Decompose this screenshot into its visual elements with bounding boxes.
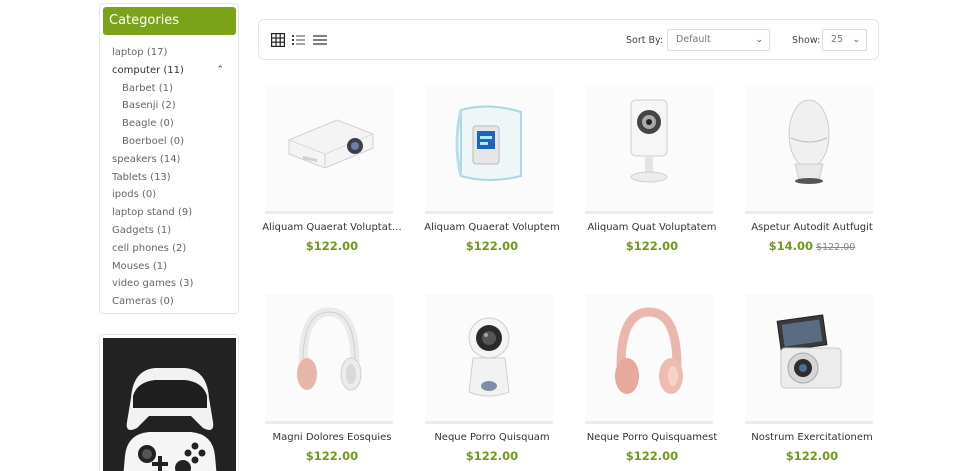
compact-list-icon[interactable] — [313, 33, 327, 47]
product-name[interactable]: Nostrum Exercitationem — [732, 432, 892, 443]
headphones-white-image[interactable] — [265, 294, 393, 422]
product-name[interactable]: Aliquam Quaerat Voluptat… — [252, 222, 412, 233]
subcategory-item[interactable]: Barbet (1) — [100, 80, 238, 98]
product-name[interactable]: Neque Porro Quisquamest — [572, 432, 732, 443]
list-view-icon[interactable] — [292, 33, 306, 47]
image-divider — [265, 211, 393, 214]
sort-label: Sort By: — [626, 35, 664, 46]
projector-image[interactable] — [265, 84, 393, 212]
subcategory-item[interactable]: Boerboel (0) — [100, 133, 238, 151]
360-camera-image[interactable] — [425, 294, 553, 422]
image-divider — [585, 421, 713, 424]
headphones-pink-image[interactable] — [585, 294, 713, 422]
product-price: $122.00 — [305, 449, 359, 463]
category-item[interactable]: speakers (14) — [100, 151, 238, 169]
grid-view-icon[interactable] — [271, 33, 285, 47]
subcategory-item[interactable]: Basenji (2) — [100, 97, 238, 115]
chevron-down-icon: ⌄ — [755, 35, 763, 45]
image-divider — [425, 211, 553, 214]
category-item[interactable]: Tablets (13) — [100, 169, 238, 187]
category-item[interactable]: laptop (17) — [100, 44, 238, 62]
smart-speaker-image[interactable] — [745, 84, 873, 212]
category-item[interactable]: video games (3) — [100, 275, 238, 293]
category-item[interactable]: Gadgets (1) — [100, 222, 238, 240]
product-price: $122.00 — [625, 239, 679, 253]
product-toolbar: Sort By: Default ⌄ Show: 25 ⌄ — [258, 19, 879, 60]
product-price: $122.00 — [465, 239, 519, 253]
webcam-image[interactable] — [585, 84, 713, 212]
compact-camera-image[interactable] — [745, 294, 873, 422]
product-name[interactable]: Aliquam Quat Voluptatem — [572, 222, 732, 233]
product-price: $122.00 — [625, 449, 679, 463]
image-divider — [585, 211, 713, 214]
product-price: $122.00 — [305, 239, 359, 253]
product-price: $14.00 $122.00 — [768, 239, 856, 253]
category-item[interactable]: cell phones (2) — [100, 240, 238, 258]
product-price: $122.00 — [465, 449, 519, 463]
chevron-up-icon[interactable]: ⌃ — [216, 62, 224, 80]
categories-title: Categories — [103, 7, 236, 35]
old-price: $122.00 — [816, 242, 856, 253]
blood-pressure-monitor-image[interactable] — [425, 84, 553, 212]
show-label: Show: — [792, 35, 821, 46]
image-divider — [425, 421, 553, 424]
show-select[interactable]: 25 ⌄ — [822, 29, 867, 51]
category-item[interactable]: laptop stand (9) — [100, 204, 238, 222]
image-divider — [745, 211, 873, 214]
product-price: $122.00 — [785, 449, 839, 463]
subcategory-item[interactable]: Beagle (0) — [100, 115, 238, 133]
product-name[interactable]: Magni Dolores Eosquies — [252, 432, 412, 443]
image-divider — [265, 421, 393, 424]
product-name[interactable]: Aliquam Quaerat Voluptem — [412, 222, 572, 233]
product-name[interactable]: Neque Porro Quisquam — [412, 432, 572, 443]
category-item[interactable]: Cameras (0) — [100, 293, 238, 311]
chevron-down-icon: ⌄ — [852, 35, 860, 45]
category-list: laptop (17) computer (11) ⌃ Barbet (1) Ba… — [100, 44, 238, 311]
categories-panel: Categories laptop (17) computer (11) ⌃ Ba… — [99, 3, 239, 314]
sort-select[interactable]: Default ⌄ — [667, 29, 770, 51]
category-item[interactable]: ipods (0) — [100, 186, 238, 204]
image-divider — [745, 421, 873, 424]
product-name[interactable]: Aspetur Autodit Autfugit — [732, 222, 892, 233]
category-item[interactable]: Mouses (1) — [100, 258, 238, 276]
game-controller-image[interactable] — [103, 338, 236, 471]
promo-banner[interactable] — [99, 334, 239, 471]
category-item-expanded[interactable]: computer (11) ⌃ — [100, 62, 238, 80]
